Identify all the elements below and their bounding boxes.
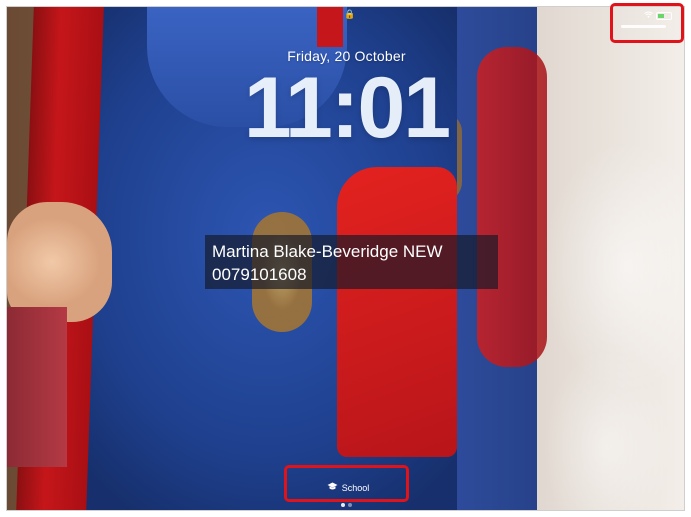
page-indicator — [7, 503, 684, 507]
page-dot-current — [341, 503, 345, 507]
message-line-1: Martina Blake-Beveridge NEW — [212, 242, 443, 261]
wallpaper-hand — [7, 202, 112, 322]
lock-screen-message: Martina Blake-Beveridge NEW 0079101608 — [205, 235, 498, 289]
lock-screen-time: 11:01 — [243, 60, 451, 156]
page-dot — [348, 503, 352, 507]
lock-icon: 🔒 — [344, 9, 356, 19]
highlight-status-bar — [610, 3, 684, 43]
message-line-2: 0079101608 — [212, 265, 307, 284]
wallpaper-book — [7, 307, 67, 467]
wallpaper-sleeve — [337, 167, 457, 457]
wallpaper-collar-strap — [317, 7, 343, 47]
highlight-focus-mode — [284, 465, 409, 502]
ipad-lock-screen: 🔒 Friday, 20 October 11:01 Martina Blake… — [6, 6, 685, 511]
